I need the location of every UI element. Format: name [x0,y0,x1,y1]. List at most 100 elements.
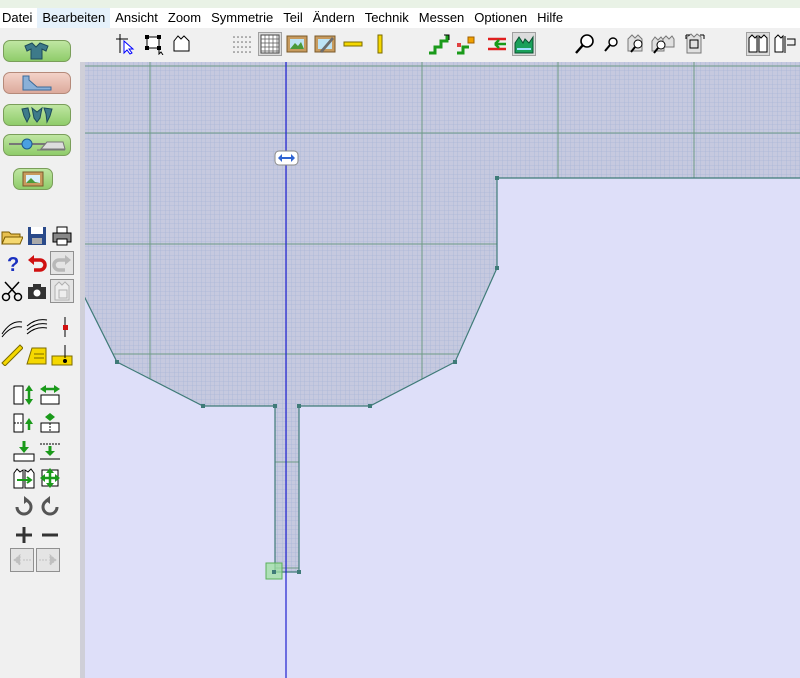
rotate-left-button[interactable] [38,495,62,519]
extend-vertical-button[interactable] [12,411,36,435]
rotate-left-icon [41,496,59,516]
grade-stairs-icon[interactable] [427,32,451,56]
rotate-right-icon [15,496,33,516]
square-grid-icon[interactable] [258,32,282,56]
ruler-icon [1,344,23,366]
slide-point-icon [40,443,60,460]
pieces-mode-button[interactable] [3,104,71,126]
dot-grid-icon[interactable] [230,32,254,56]
notch-tool-button[interactable] [50,343,74,367]
menu-aendern[interactable]: Ändern [308,8,360,28]
zoom-small-icon[interactable] [598,32,622,56]
help-button[interactable]: ? [0,251,24,275]
zoom-large-icon[interactable] [573,32,597,56]
garment-mode-icon [24,42,49,60]
photo-mode-button[interactable] [13,168,53,190]
main-toolbar [0,28,800,62]
grade-arrows-icon[interactable] [485,32,509,56]
layout-split-icon[interactable] [773,32,797,56]
pieces-mode-icon [21,106,53,124]
move-cross-button[interactable] [38,466,62,490]
menu-technik[interactable]: Technik [360,8,414,28]
menu-bar: Datei Bearbeiten Ansicht Zoom Symmetrie … [0,8,800,28]
picture-icon[interactable] [285,32,309,56]
add-point-button[interactable] [12,523,36,547]
zoom-piece-icon[interactable] [625,32,649,56]
tape-measure-icon [26,347,47,365]
notch-tool-icon [51,345,73,366]
save-button[interactable] [25,224,49,248]
camera-button[interactable] [25,279,49,303]
measure-mode-button[interactable] [3,134,71,156]
grade-points-icon[interactable] [455,32,479,56]
menu-symmetrie[interactable]: Symmetrie [206,8,278,28]
select-piece-icon[interactable] [170,32,194,56]
dot-grid-pattern [233,36,251,53]
help-icon: ? [7,254,19,274]
select-arrow-icon[interactable] [113,32,137,56]
move-vertical-icon [13,385,33,405]
menu-bearbeiten[interactable]: Bearbeiten [37,8,111,28]
slide-point-button[interactable] [38,439,62,463]
extend-horizontal-icon [40,413,60,433]
move-horizontal-icon [40,385,60,405]
vertical-ruler-icon[interactable] [368,32,392,56]
drop-point-button[interactable] [12,439,36,463]
move-vertical-button[interactable] [12,383,36,407]
ruler-button[interactable] [0,343,24,367]
paste-piece-button[interactable] [50,279,74,303]
menu-hilfe[interactable]: Hilfe [532,8,568,28]
step-forward-button[interactable] [36,548,60,572]
workspace-left-border [80,62,85,678]
drop-point-icon [13,441,35,462]
pattern-mode-button[interactable] [3,72,71,94]
layout-symmetric-icon[interactable] [746,32,770,56]
endpoint-point[interactable] [272,570,276,574]
garment-mode-button[interactable] [3,40,71,62]
picture-edit-icon[interactable] [313,32,337,56]
redo-icon [52,255,71,272]
redo-button[interactable] [50,251,74,275]
tape-measure-button[interactable] [25,343,49,367]
parallel-curves-icon [26,319,48,335]
vertical-point-icon [63,317,68,337]
grade-size-icon[interactable] [512,32,536,56]
horizontal-ruler-icon[interactable] [341,32,365,56]
step-back-icon [13,553,31,567]
zoom-fit-icon[interactable] [684,32,708,56]
add-point-icon [16,527,32,543]
window-top-strip [0,0,800,8]
horizontal-move-handle-icon[interactable] [274,150,299,166]
menu-datei[interactable]: Datei [0,8,37,28]
left-tool-sidebar: ? [0,28,80,678]
cut-button[interactable] [0,279,24,303]
svg-text:?: ? [7,254,19,274]
print-button[interactable] [50,224,74,248]
save-disk-icon [28,227,46,245]
print-icon [52,226,72,246]
step-back-button[interactable] [10,548,34,572]
remove-point-icon [42,533,58,537]
pattern-canvas[interactable] [80,62,800,678]
move-horizontal-button[interactable] [38,383,62,407]
open-folder-button[interactable] [0,224,24,248]
undo-button[interactable] [25,251,49,275]
mirror-piece-icon [13,468,35,489]
menu-ansicht[interactable]: Ansicht [110,8,163,28]
vertical-point-button[interactable] [50,315,74,339]
parallel-curves-button[interactable] [25,315,49,339]
pattern-workspace[interactable] [80,62,800,678]
extend-horizontal-button[interactable] [38,411,62,435]
menu-messen[interactable]: Messen [414,8,470,28]
menu-teil[interactable]: Teil [278,8,308,28]
cut-scissors-icon [1,281,23,302]
zoom-pieces-icon[interactable] [651,32,675,56]
mirror-piece-button[interactable] [12,466,36,490]
rotate-right-button[interactable] [12,495,36,519]
camera-icon [28,284,46,299]
curve-lines-button[interactable] [0,315,24,339]
menu-zoom[interactable]: Zoom [163,8,206,28]
menu-optionen[interactable]: Optionen [469,8,532,28]
remove-point-button[interactable] [38,523,62,547]
select-point-icon[interactable] [143,32,167,56]
